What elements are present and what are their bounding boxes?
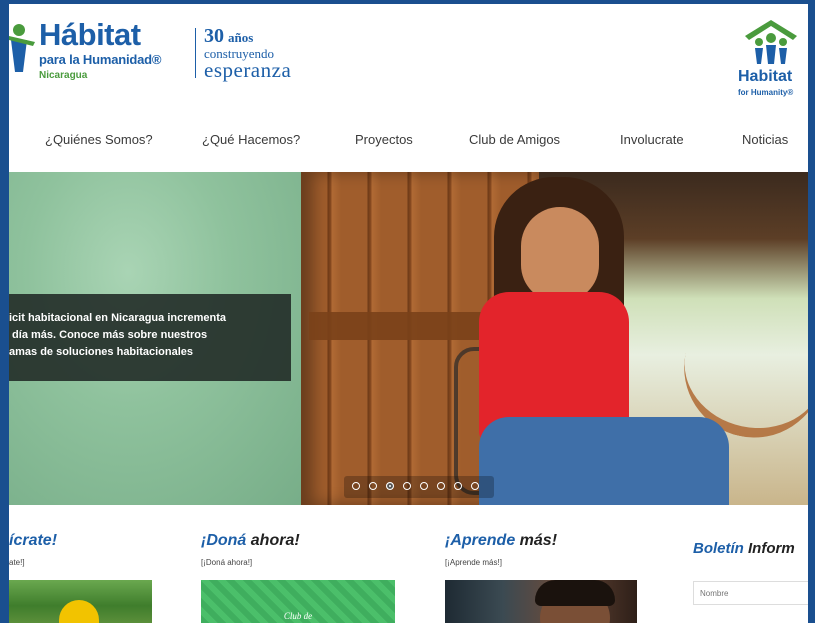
dona-title[interactable]: ¡Doná ahora! bbox=[201, 532, 300, 550]
hero-caption[interactable]: icit habitacional en Nicaragua increment… bbox=[9, 294, 291, 381]
dona-title-rest: ahora! bbox=[246, 532, 300, 549]
nav-involucrate[interactable]: Involucrate bbox=[620, 132, 684, 147]
tagline-number: 30 bbox=[204, 25, 224, 47]
tagline-anos: años bbox=[228, 30, 254, 45]
right-logo-habitat: Habitat bbox=[738, 68, 793, 85]
main-nav: ¿Quiénes Somos? ¿Qué Hacemos? Proyectos … bbox=[9, 132, 808, 156]
aprende-title-rest: más! bbox=[515, 532, 558, 549]
nav-proyectos[interactable]: Proyectos bbox=[355, 132, 413, 147]
logo-divider bbox=[195, 28, 196, 78]
nav-que-hacemos[interactable]: ¿Qué Hacemos? bbox=[202, 132, 300, 147]
habitat-for-humanity-logo[interactable]: Habitat for Humanity® bbox=[734, 18, 806, 103]
page: Hábitat para la Humanidad® Nicaragua 30 … bbox=[9, 4, 808, 623]
slider-pagination bbox=[344, 476, 494, 498]
involucrate-subtitle: ate!] bbox=[9, 558, 25, 567]
club-label: Club de bbox=[283, 611, 313, 621]
slider-dot-3[interactable] bbox=[386, 482, 394, 490]
involucrate-title[interactable]: ícrate! bbox=[9, 532, 57, 550]
aprende-title[interactable]: ¡Aprende más! bbox=[445, 532, 557, 550]
logo-subtitle: para la Humanidad® bbox=[39, 52, 162, 67]
boletin-title-highlight: Boletín bbox=[693, 540, 744, 557]
involucrate-image[interactable] bbox=[9, 580, 152, 623]
dona-title-highlight: ¡Doná bbox=[201, 532, 247, 549]
hero-caption-text: icit habitacional en Nicaragua increment… bbox=[9, 312, 227, 358]
nav-noticias[interactable]: Noticias bbox=[742, 132, 788, 147]
boy-hair-shape bbox=[535, 580, 615, 606]
slider-dot-5[interactable] bbox=[420, 482, 428, 490]
habitat-logo[interactable]: Hábitat para la Humanidad® Nicaragua bbox=[9, 18, 199, 88]
nombre-input[interactable] bbox=[693, 581, 808, 605]
logo-country: Nicaragua bbox=[39, 70, 88, 81]
hero-girl-jeans bbox=[479, 417, 729, 505]
aprende-title-highlight: ¡Aprende bbox=[445, 532, 516, 549]
boletin-title: Boletín Inform bbox=[693, 540, 795, 557]
logo-title: Hábitat bbox=[39, 17, 141, 52]
slider-dot-4[interactable] bbox=[403, 482, 411, 490]
aprende-image[interactable] bbox=[445, 580, 637, 623]
slider-dot-6[interactable] bbox=[437, 482, 445, 490]
slider-dot-2[interactable] bbox=[369, 482, 377, 490]
tagline-esperanza: esperanza bbox=[204, 58, 292, 82]
nav-quienes-somos[interactable]: ¿Quiénes Somos? bbox=[45, 132, 153, 147]
person-figure-icon bbox=[9, 24, 35, 72]
right-logo-humanity: for Humanity® bbox=[738, 88, 794, 97]
dona-image[interactable]: Club de bbox=[201, 580, 395, 623]
slider-dot-7[interactable] bbox=[454, 482, 462, 490]
dona-subtitle: [¡Doná ahora!] bbox=[201, 558, 253, 567]
house-people-icon bbox=[745, 20, 797, 64]
slider-dot-1[interactable] bbox=[352, 482, 360, 490]
helmet-shape bbox=[59, 600, 99, 623]
boletin-title-rest: Inform bbox=[743, 540, 795, 557]
nav-club-de-amigos[interactable]: Club de Amigos bbox=[469, 132, 560, 147]
aprende-subtitle: [¡Aprende más!] bbox=[445, 558, 502, 567]
slider-dot-8[interactable] bbox=[471, 482, 479, 490]
hero-girl-face bbox=[521, 207, 599, 302]
hero-slider[interactable]: icit habitacional en Nicaragua increment… bbox=[9, 172, 808, 505]
tagline: 30 años construyendo esperanza bbox=[204, 26, 291, 81]
